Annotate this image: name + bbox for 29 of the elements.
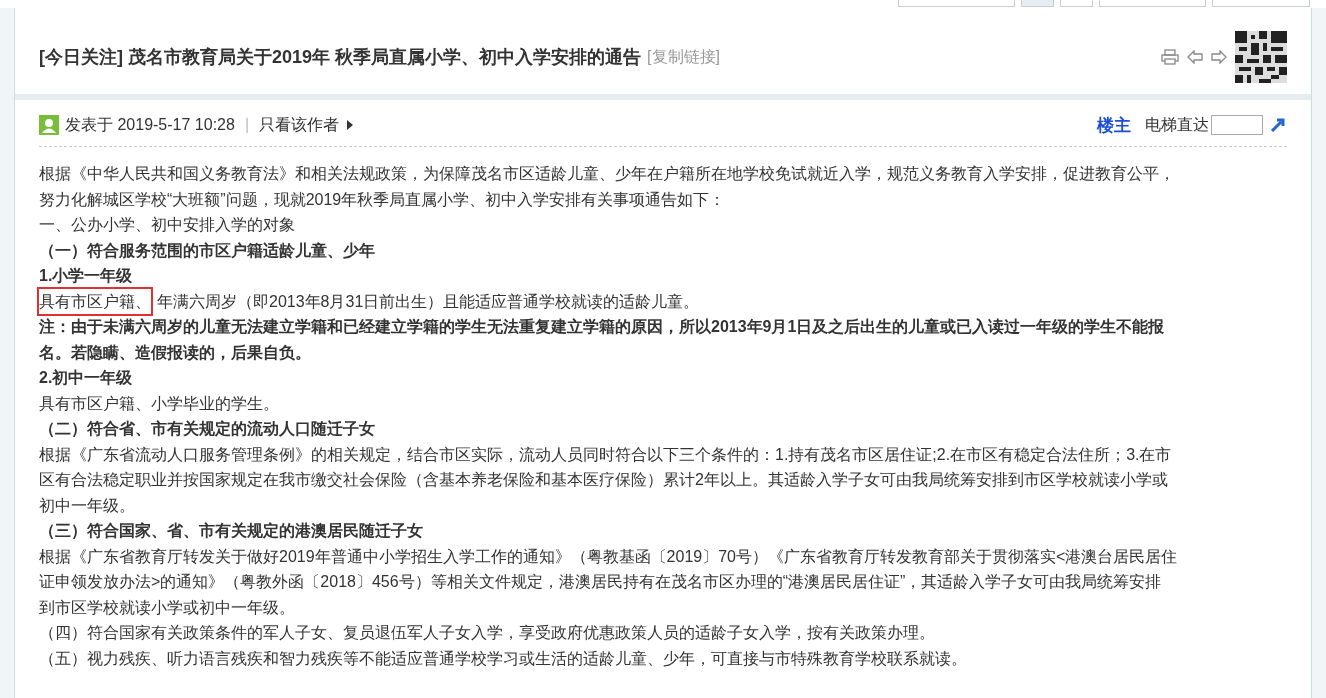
print-icon[interactable] [1161, 49, 1179, 65]
paragraph-text: （五）视力残疾、听力语言残疾和智力残疾等不能适应普通学校学习或生活的适龄儿童、少年，可直接与市特殊教育学校联系就读。 [39, 648, 968, 669]
section-heading: 注：由于未满六周岁的儿童无法建立学籍和已经建立学籍的学生无法重复建立学籍的原因，所以2013年9月1日及之后出生的儿童或已入读过一年级的学生不能报 名。若隐瞒、造假报读的，后果自负。 [39, 317, 1166, 363]
paragraph-text: 年满六周岁（即2013年8月31日前出生）且能适应普通学校就读的适龄儿童。 [157, 291, 700, 312]
qr-code-icon [1235, 31, 1287, 83]
paragraph-text: 根据《广东省教育厅转发关于做好2019年普通中小学招生入学工作的通知》（粤教基函〔2019〕70号）《广东省教育厅转发教育部关于贯彻落实<港澳台居民居住 证申领发放办法>的通知》（粤教外函〔2018〕456号）等相关文件规定，港澳居民持有在茂名市区办理的“港澳居民居住证”，其适龄入学子女可由我局统筹安排 到市区学校就读小学或初中一年级。 [39, 546, 1179, 618]
paragraph-text: 根据《中华人民共和国义务教育法》和相关法规政策，为保障茂名市区适龄儿童、少年在户籍所在地学校免试就近入学，规范义务教育入学安排，促进教育公平， 努力化解城区学校“大班额”问题，现就2019年秋季局直属小学、初中入学安排有关事项通告如下： [39, 164, 1176, 210]
jump-icon[interactable] [1269, 116, 1287, 134]
post-time: 发表于 2019-5-17 10:28 [65, 114, 235, 135]
jump-label: 电梯直达 [1145, 114, 1209, 135]
thread-title: [今日关注] 茂名市教育局关于2019年 秋季局直属小学、初中入学安排的通告 [39, 46, 642, 69]
user-icon [39, 115, 59, 135]
paragraph-text: 一、公办小学、初中安排入学的对象 [39, 215, 296, 235]
paragraph-text: （四）符合国家有关政策条件的军人子女、复员退伍军人子女入学，享受政府优惠政策人员的适龄子女入学，按有关政策办理。 [39, 623, 936, 643]
arrow-right-icon[interactable] [1211, 50, 1227, 64]
separator: | [244, 116, 250, 134]
section-heading: （二）符合省、市有关规定的流动人口随迁子女 [39, 419, 376, 439]
author-only-link[interactable]: 只看该作者 [259, 114, 340, 136]
floor-label[interactable]: 楼主 [1097, 113, 1131, 137]
floor-input-field[interactable] [1211, 115, 1263, 135]
section-heading: 2.初中一年级 [39, 368, 134, 388]
caret-icon [347, 120, 354, 130]
paragraph-text: 具有市区户籍、小学毕业的学生。 [39, 393, 280, 414]
highlighted-text: 具有市区户籍、 [37, 286, 153, 316]
section-heading: （一）符合服务范围的市区户籍适龄儿童、少年 [39, 240, 376, 261]
section-heading: （三）符合国家、省、市有关规定的港澳居民随迁子女 [39, 521, 424, 541]
arrow-left-icon[interactable] [1187, 50, 1203, 64]
paragraph-text: 根据《广东省流动人口服务管理条例》的相关规定，结合市区实际，流动人员同时符合以下三个条件的：1.持有茂名市区居住证;2.在市区有稳定合法住所；3.在市 区有合法稳定职业并按国家规定在我市缴交社会保险（含基本养老保险和基本医疗保险）累计2年以上。其适龄入学子女可由我局统筹安排到市区学校就读小学或 初中一年级。 [39, 444, 1173, 516]
section-heading: 1.小学一年级 [39, 266, 134, 286]
